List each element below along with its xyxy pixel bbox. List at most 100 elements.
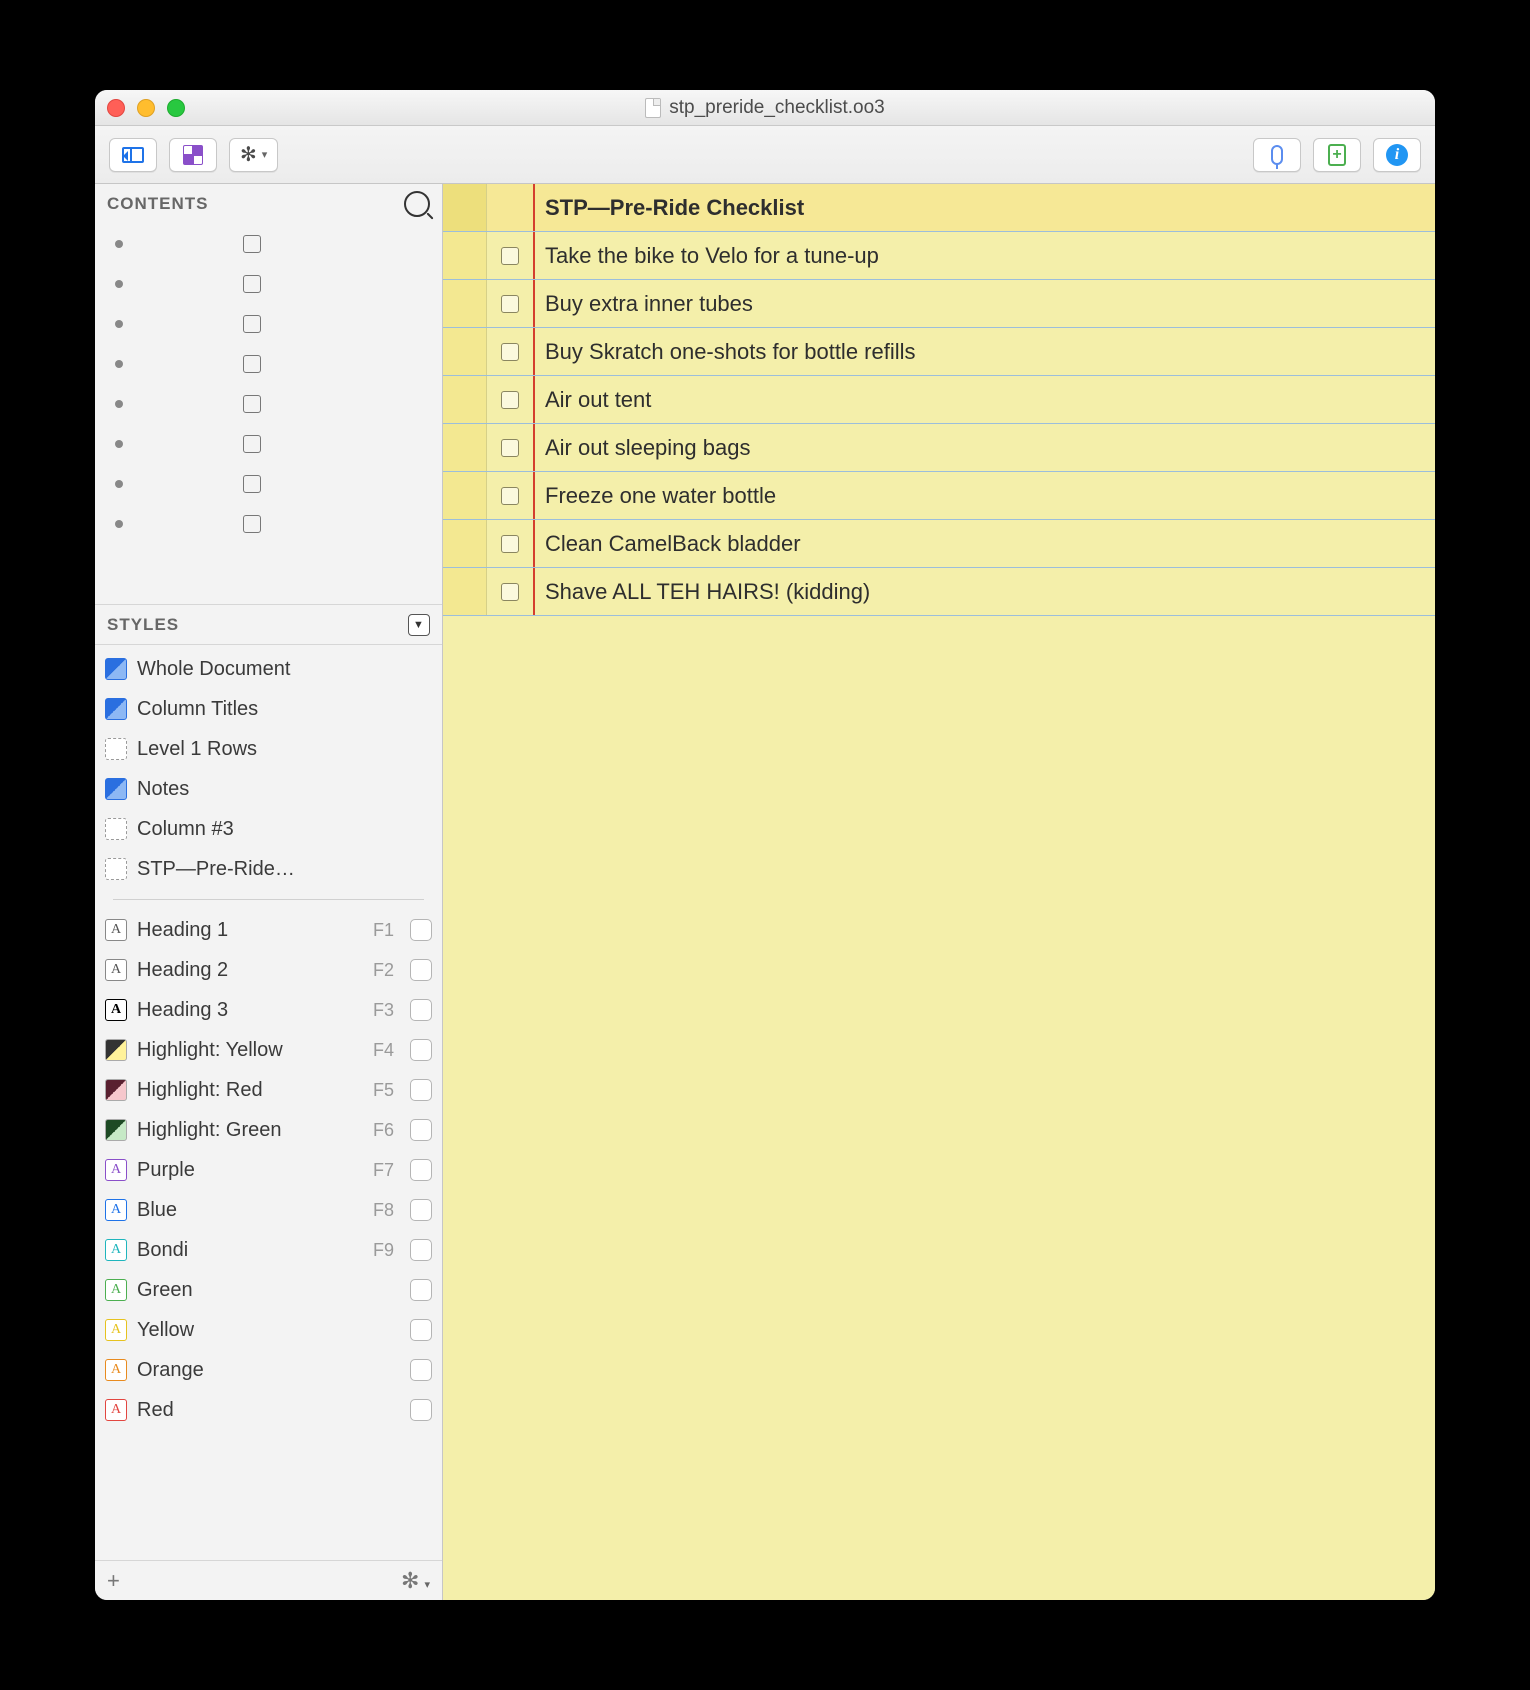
style-toggle[interactable] bbox=[410, 1239, 432, 1261]
named-style-row[interactable]: BlueF8 bbox=[105, 1190, 432, 1230]
close-window-button[interactable] bbox=[107, 99, 125, 117]
style-row[interactable]: STP—Pre-Ride… bbox=[105, 849, 432, 889]
minimize-window-button[interactable] bbox=[137, 99, 155, 117]
outline-row-text[interactable]: Clean CamelBack bladder bbox=[535, 531, 801, 557]
checkbox[interactable] bbox=[501, 391, 519, 409]
named-style-row[interactable]: AHeading 1F1 bbox=[105, 910, 432, 950]
style-toggle[interactable] bbox=[410, 1199, 432, 1221]
style-row[interactable]: Column Titles bbox=[105, 689, 432, 729]
contents-row[interactable] bbox=[95, 344, 442, 384]
contents-row[interactable] bbox=[95, 464, 442, 504]
hotkey-label: F1 bbox=[373, 920, 394, 941]
checkbox[interactable] bbox=[243, 435, 261, 453]
checkbox[interactable] bbox=[243, 475, 261, 493]
checkbox[interactable] bbox=[501, 535, 519, 553]
named-style-row[interactable]: Red bbox=[105, 1390, 432, 1430]
styles-disclosure-button[interactable] bbox=[408, 614, 430, 636]
named-style-row[interactable]: Highlight: YellowF4 bbox=[105, 1030, 432, 1070]
contents-pane-header: CONTENTS bbox=[95, 184, 442, 224]
contents-row[interactable] bbox=[95, 264, 442, 304]
checkbox[interactable] bbox=[243, 275, 261, 293]
outline-row[interactable]: Clean CamelBack bladder bbox=[443, 520, 1435, 568]
outline-title-text[interactable]: STP—Pre-Ride Checklist bbox=[535, 195, 804, 221]
outline-row-text[interactable]: Shave ALL TEH HAIRS! (kidding) bbox=[535, 579, 870, 605]
style-swatch-icon: A bbox=[105, 919, 127, 941]
zoom-window-button[interactable] bbox=[167, 99, 185, 117]
named-style-row[interactable]: Orange bbox=[105, 1350, 432, 1390]
outline-row-text[interactable]: Buy extra inner tubes bbox=[535, 291, 753, 317]
checkbox[interactable] bbox=[501, 583, 519, 601]
checkbox[interactable] bbox=[501, 247, 519, 265]
checkbox[interactable] bbox=[243, 395, 261, 413]
contents-row[interactable] bbox=[95, 384, 442, 424]
style-toggle[interactable] bbox=[410, 1039, 432, 1061]
named-style-row[interactable]: PurpleF7 bbox=[105, 1150, 432, 1190]
style-row[interactable]: Notes bbox=[105, 769, 432, 809]
named-style-row[interactable]: Green bbox=[105, 1270, 432, 1310]
outline-row-text[interactable]: Buy Skratch one-shots for bottle refills bbox=[535, 339, 916, 365]
contents-row[interactable] bbox=[95, 504, 442, 544]
style-toggle[interactable] bbox=[410, 1079, 432, 1101]
checkbox[interactable] bbox=[243, 515, 261, 533]
style-toggle[interactable] bbox=[410, 1319, 432, 1341]
contents-row[interactable] bbox=[95, 304, 442, 344]
style-row[interactable]: Whole Document bbox=[105, 649, 432, 689]
inspector-button[interactable]: i bbox=[1373, 138, 1421, 172]
contents-row[interactable] bbox=[95, 424, 442, 464]
sidebar-options-button[interactable]: ✻▾ bbox=[401, 1568, 430, 1594]
style-label: Orange bbox=[137, 1359, 384, 1382]
style-toggle[interactable] bbox=[410, 919, 432, 941]
search-icon[interactable] bbox=[404, 191, 430, 217]
row-gutter bbox=[443, 568, 487, 615]
styles-button[interactable] bbox=[169, 138, 217, 172]
hotkey-label: F3 bbox=[373, 1000, 394, 1021]
checkbox[interactable] bbox=[501, 487, 519, 505]
checkbox[interactable] bbox=[501, 343, 519, 361]
action-menu-button[interactable]: ✻ ▾ bbox=[229, 138, 278, 172]
outline-row[interactable]: Freeze one water bottle bbox=[443, 472, 1435, 520]
checkbox[interactable] bbox=[501, 439, 519, 457]
style-row[interactable]: Level 1 Rows bbox=[105, 729, 432, 769]
outline-row[interactable]: Buy Skratch one-shots for bottle refills bbox=[443, 328, 1435, 376]
named-style-row[interactable]: AHeading 2F2 bbox=[105, 950, 432, 990]
named-style-row[interactable]: Yellow bbox=[105, 1310, 432, 1350]
bullet-icon bbox=[115, 400, 123, 408]
outline-row-text[interactable]: Air out tent bbox=[535, 387, 651, 413]
style-swatch-icon bbox=[105, 1319, 127, 1341]
outline-row-text[interactable]: Freeze one water bottle bbox=[535, 483, 776, 509]
style-row[interactable]: Column #3 bbox=[105, 809, 432, 849]
outline-canvas[interactable]: STP—Pre-Ride Checklist Take the bike to … bbox=[443, 184, 1435, 1600]
contents-row[interactable] bbox=[95, 224, 442, 264]
add-column-button[interactable]: + bbox=[1313, 138, 1361, 172]
named-style-row[interactable]: Highlight: RedF5 bbox=[105, 1070, 432, 1110]
style-toggle[interactable] bbox=[410, 1119, 432, 1141]
outline-row[interactable]: Shave ALL TEH HAIRS! (kidding) bbox=[443, 568, 1435, 616]
outline-row[interactable]: Air out tent bbox=[443, 376, 1435, 424]
outline-row[interactable]: Buy extra inner tubes bbox=[443, 280, 1435, 328]
style-toggle[interactable] bbox=[410, 1159, 432, 1181]
outline-row-text[interactable]: Air out sleeping bags bbox=[535, 435, 750, 461]
dictation-button[interactable] bbox=[1253, 138, 1301, 172]
outline-row-text[interactable]: Take the bike to Velo for a tune-up bbox=[535, 243, 879, 269]
checkbox[interactable] bbox=[243, 355, 261, 373]
outline-row[interactable]: Air out sleeping bags bbox=[443, 424, 1435, 472]
plus-column-icon: + bbox=[1328, 144, 1346, 166]
checkbox[interactable] bbox=[501, 295, 519, 313]
named-style-row[interactable]: AHeading 3F3 bbox=[105, 990, 432, 1030]
style-toggle[interactable] bbox=[410, 959, 432, 981]
hotkey-label: F7 bbox=[373, 1160, 394, 1181]
style-toggle[interactable] bbox=[410, 1399, 432, 1421]
checkbox[interactable] bbox=[243, 235, 261, 253]
window-title: stp_preride_checklist.oo3 bbox=[95, 97, 1435, 119]
named-style-row[interactable]: Highlight: GreenF6 bbox=[105, 1110, 432, 1150]
styles-list: Whole Document Column Titles Level 1 Row… bbox=[95, 644, 442, 1560]
outline-title-row[interactable]: STP—Pre-Ride Checklist bbox=[443, 184, 1435, 232]
checkbox[interactable] bbox=[243, 315, 261, 333]
outline-row[interactable]: Take the bike to Velo for a tune-up bbox=[443, 232, 1435, 280]
style-toggle[interactable] bbox=[410, 1279, 432, 1301]
style-toggle[interactable] bbox=[410, 1359, 432, 1381]
named-style-row[interactable]: BondiF9 bbox=[105, 1230, 432, 1270]
add-style-button[interactable]: + bbox=[107, 1568, 120, 1594]
toggle-sidebar-button[interactable] bbox=[109, 138, 157, 172]
style-toggle[interactable] bbox=[410, 999, 432, 1021]
